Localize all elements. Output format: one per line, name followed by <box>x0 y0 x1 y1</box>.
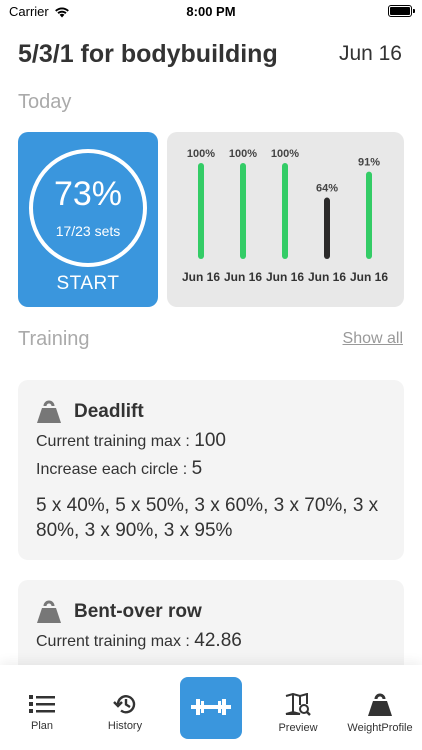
tab-history[interactable]: History <box>83 665 167 750</box>
tab-plan[interactable]: Plan <box>0 665 84 750</box>
history-date-label: Jun 16 <box>350 270 388 284</box>
history-bar <box>324 197 330 259</box>
training-max-value: 100 <box>194 430 226 451</box>
history-chart-svg: 100% Jun 16 100% Jun 16 100% Jun 16 64% Jun 16 9… <box>182 148 388 284</box>
tab-history-label: History <box>107 720 143 732</box>
tab-preview[interactable]: Preview <box>256 665 340 750</box>
tab-bar: Plan History Preview WeightProfile <box>0 665 422 750</box>
exercise-name: Bent-over row <box>74 601 202 622</box>
history-bar <box>366 171 372 259</box>
history-chart: 100% Jun 16 100% Jun 16 100% Jun 16 64% Jun 16 9… <box>167 132 404 307</box>
kettlebell-icon <box>368 693 392 716</box>
training-section-label: Training <box>18 328 90 350</box>
show-all-link[interactable]: Show all <box>343 330 403 348</box>
exercise-header: Bent-over row <box>36 600 386 624</box>
battery-icon <box>388 5 415 17</box>
exercise-name: Deadlift <box>74 401 144 422</box>
tab-workout[interactable] <box>180 665 242 750</box>
history-date-label: Jun 16 <box>182 270 220 284</box>
exercise-header: Deadlift <box>36 400 386 424</box>
history-date-label: Jun 16 <box>266 270 304 284</box>
increase-label: Increase each circle : <box>36 461 192 478</box>
clock: 8:00 PM <box>186 4 236 19</box>
progress-ring: 73% 17/23 sets <box>29 149 147 267</box>
workout-button[interactable] <box>180 677 242 739</box>
list-icon <box>29 695 55 713</box>
map-search-icon <box>285 693 311 716</box>
history-bar <box>240 163 246 259</box>
page-title: 5/3/1 for bodybuilding <box>18 40 278 68</box>
training-max-value: 42.86 <box>194 630 242 651</box>
history-bar <box>282 163 288 259</box>
set-scheme: 5 x 40%, 5 x 50%, 3 x 60%, 3 x 70%, 3 x … <box>36 495 379 541</box>
history-bar-label: 100% <box>271 148 299 160</box>
training-max-line: Current training max : 42.86 <box>36 630 386 652</box>
history-date-label: Jun 16 <box>308 270 346 284</box>
training-max-line: Current training max : 100 <box>36 430 386 452</box>
tab-plan-label: Plan <box>30 720 54 732</box>
start-button[interactable]: START <box>18 273 158 295</box>
exercise-card[interactable]: Deadlift Current training max : 100 Incr… <box>18 380 404 560</box>
kettlebell-icon <box>37 400 61 423</box>
today-section-label: Today <box>18 91 72 113</box>
history-bar-label: 64% <box>316 183 338 195</box>
history-date-label: Jun 16 <box>224 270 262 284</box>
history-bar <box>198 163 204 259</box>
today-progress-card[interactable]: 73% 17/23 sets START <box>18 132 158 307</box>
kettlebell-icon <box>37 600 61 623</box>
history-bar-label: 100% <box>187 148 215 160</box>
training-max-label: Current training max : <box>36 433 195 450</box>
tab-preview-label: Preview <box>278 722 318 734</box>
status-bar: Carrier 8:00 PM <box>0 0 422 24</box>
increase-value: 5 <box>191 458 203 479</box>
history-icon <box>113 695 136 714</box>
increase-line: Increase each circle : 5 <box>36 458 386 480</box>
page-date: Jun 16 <box>338 42 402 65</box>
progress-percent: 73% <box>53 175 123 213</box>
training-max-label: Current training max : <box>36 633 195 650</box>
progress-sets: 17/23 sets <box>55 223 121 239</box>
tab-weight-profile-label: WeightProfile <box>347 722 413 734</box>
tab-weight-profile[interactable]: WeightProfile <box>338 665 422 750</box>
history-bar-label: 91% <box>358 157 380 169</box>
history-bar-label: 100% <box>229 148 257 160</box>
barbell-icon <box>191 699 231 715</box>
